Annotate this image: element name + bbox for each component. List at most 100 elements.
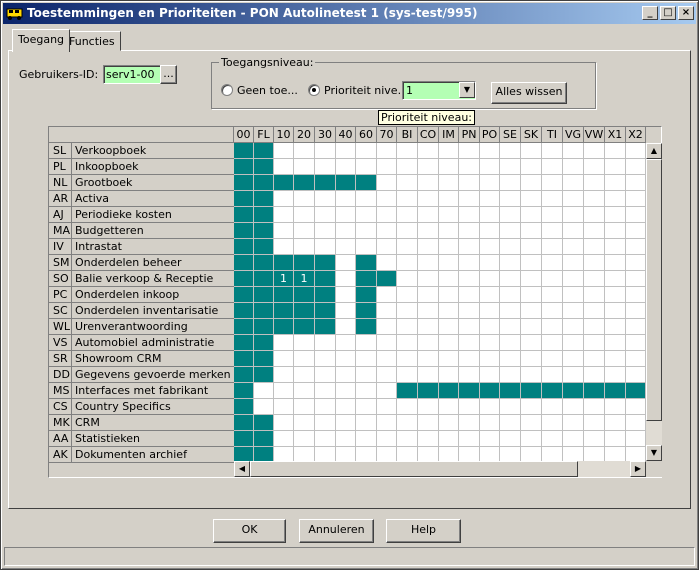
grid-cell[interactable] [584, 319, 605, 335]
grid-cell[interactable] [377, 319, 397, 335]
grid-cell[interactable] [626, 191, 646, 207]
grid-cell[interactable] [459, 271, 480, 287]
grid-cell[interactable] [294, 383, 315, 399]
grid-cell[interactable] [336, 175, 356, 191]
grid-cell[interactable] [459, 223, 480, 239]
grid-cell[interactable] [274, 239, 294, 255]
grid-cell[interactable] [418, 431, 439, 447]
grid-cell[interactable] [584, 367, 605, 383]
column-header[interactable]: X2 [626, 127, 646, 143]
grid-cell[interactable] [234, 223, 254, 239]
row-header[interactable]: SL Verkoopboek [49, 143, 234, 159]
grid-cell[interactable] [500, 175, 521, 191]
grid-cell[interactable] [563, 207, 584, 223]
grid-cell[interactable] [563, 303, 584, 319]
grid-cell[interactable] [356, 399, 377, 415]
grid-cell[interactable] [626, 223, 646, 239]
grid-cell[interactable] [521, 335, 542, 351]
grid-cell[interactable] [439, 175, 459, 191]
grid-cell[interactable] [377, 383, 397, 399]
grid-cell[interactable] [439, 255, 459, 271]
row-header[interactable]: NL Grootboek [49, 175, 234, 191]
grid-cell[interactable] [459, 303, 480, 319]
grid-cell[interactable] [418, 255, 439, 271]
grid-cell[interactable] [521, 255, 542, 271]
grid-cell[interactable] [315, 255, 336, 271]
grid-cell[interactable] [336, 351, 356, 367]
row-header[interactable]: CS Country Specifics [49, 399, 234, 415]
grid-cell[interactable] [605, 271, 626, 287]
grid-cell[interactable] [459, 367, 480, 383]
grid-cell[interactable] [626, 399, 646, 415]
grid-cell[interactable] [377, 415, 397, 431]
user-browse-button[interactable]: ... [160, 65, 177, 84]
column-header[interactable]: SE [500, 127, 521, 143]
grid-cell[interactable] [563, 351, 584, 367]
grid-cell[interactable] [521, 159, 542, 175]
grid-cell[interactable] [315, 239, 336, 255]
grid-cell[interactable] [418, 287, 439, 303]
grid-cell[interactable] [336, 159, 356, 175]
grid-cell[interactable] [294, 191, 315, 207]
grid-cell[interactable] [356, 271, 377, 287]
grid-cell[interactable] [439, 351, 459, 367]
grid-cell[interactable] [234, 399, 254, 415]
row-header[interactable]: DD Gegevens gevoerde merken [49, 367, 234, 383]
grid-cell[interactable] [336, 191, 356, 207]
grid-cell[interactable] [459, 431, 480, 447]
grid-cell[interactable] [584, 175, 605, 191]
grid-cell[interactable] [521, 271, 542, 287]
grid-cell[interactable] [377, 431, 397, 447]
grid-cell[interactable] [356, 191, 377, 207]
grid-cell[interactable] [274, 287, 294, 303]
grid-cell[interactable] [605, 223, 626, 239]
grid-cell[interactable] [605, 367, 626, 383]
grid-cell[interactable] [500, 351, 521, 367]
grid-cell[interactable] [397, 271, 418, 287]
grid-cell[interactable] [377, 367, 397, 383]
grid-cell[interactable] [605, 287, 626, 303]
grid-cell[interactable] [626, 255, 646, 271]
column-header[interactable]: 30 [315, 127, 336, 143]
grid-cell[interactable] [315, 175, 336, 191]
cancel-button[interactable]: Annuleren [299, 519, 374, 543]
grid-cell[interactable] [418, 303, 439, 319]
grid-cell[interactable] [521, 143, 542, 159]
row-header[interactable]: WL Urenverantwoording [49, 319, 234, 335]
radio-none[interactable] [221, 84, 233, 96]
grid-cell[interactable] [234, 239, 254, 255]
grid-cell[interactable] [315, 207, 336, 223]
grid-cell[interactable] [274, 383, 294, 399]
grid-cell[interactable] [605, 207, 626, 223]
grid-cell[interactable] [336, 367, 356, 383]
grid-cell[interactable] [418, 143, 439, 159]
row-header[interactable]: SO Balie verkoop & Receptie [49, 271, 234, 287]
grid-cell[interactable] [605, 239, 626, 255]
grid-cell[interactable] [315, 287, 336, 303]
grid-cell[interactable] [377, 191, 397, 207]
grid-cell[interactable] [418, 191, 439, 207]
grid-cell[interactable] [274, 143, 294, 159]
grid-cell[interactable] [480, 415, 500, 431]
grid-cell[interactable] [356, 319, 377, 335]
grid-cell[interactable] [459, 399, 480, 415]
grid-cell[interactable] [234, 367, 254, 383]
grid-cell[interactable] [480, 159, 500, 175]
grid-cell[interactable] [563, 175, 584, 191]
grid-cell[interactable] [584, 351, 605, 367]
grid-cell[interactable] [439, 143, 459, 159]
row-header[interactable]: VS Automobiel administratie [49, 335, 234, 351]
grid-cell[interactable] [542, 239, 563, 255]
grid-cell[interactable] [542, 143, 563, 159]
grid-cell[interactable] [254, 239, 274, 255]
grid-cell[interactable] [584, 383, 605, 399]
grid-cell[interactable] [563, 415, 584, 431]
grid-cell[interactable] [254, 207, 274, 223]
grid-cell[interactable] [584, 223, 605, 239]
grid-cell[interactable] [584, 431, 605, 447]
grid-cell[interactable] [377, 255, 397, 271]
help-button[interactable]: Help [386, 519, 461, 543]
grid-cell[interactable] [356, 287, 377, 303]
grid-cell[interactable] [274, 399, 294, 415]
grid-cell[interactable] [439, 399, 459, 415]
